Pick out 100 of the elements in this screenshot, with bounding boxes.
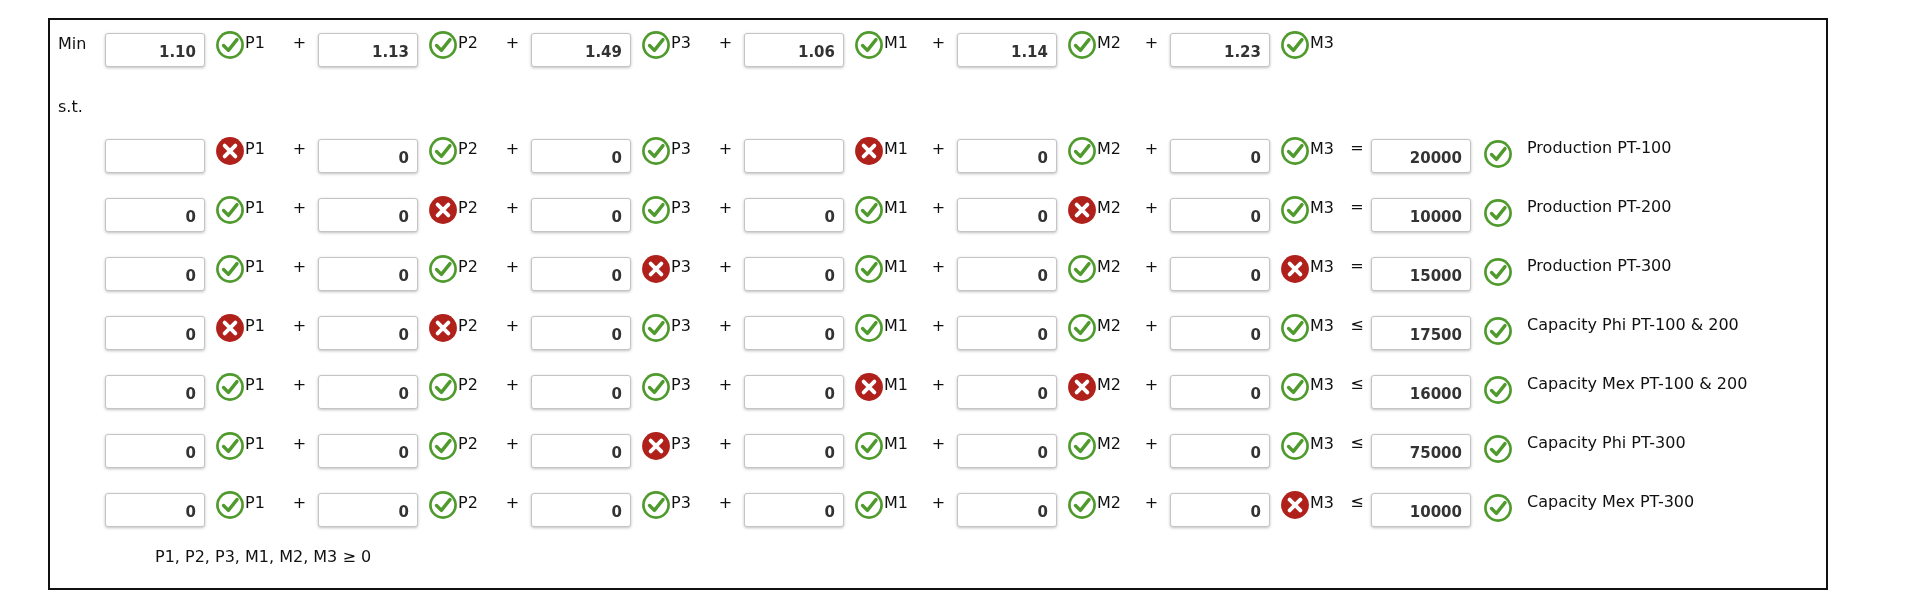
plus-sign: + <box>504 316 521 335</box>
coefficient-field[interactable]: 0 <box>105 198 205 232</box>
coefficient-field[interactable]: 0 <box>957 316 1057 350</box>
plus-sign: + <box>930 375 947 394</box>
coefficient-field[interactable]: 1.49 <box>531 33 631 67</box>
rhs-field[interactable]: 75000 <box>1371 434 1471 468</box>
coefficient-field[interactable]: 0 <box>105 316 205 350</box>
coefficient-field[interactable]: 0 <box>1170 375 1270 409</box>
relation-sign: ≤ <box>1349 374 1365 393</box>
coefficient-field[interactable]: 0 <box>744 493 844 527</box>
coefficient-field[interactable]: 0 <box>744 257 844 291</box>
coefficient-field[interactable]: 0 <box>531 139 631 173</box>
coefficient-field[interactable]: 0 <box>318 198 418 232</box>
coefficient-field[interactable]: 0 <box>105 434 205 468</box>
plus-sign: + <box>504 493 521 512</box>
coefficient-field[interactable]: 1.23 <box>1170 33 1270 67</box>
coefficient-field[interactable]: 0 <box>318 257 418 291</box>
variable-label: P1 <box>245 198 266 217</box>
variable-label: P1 <box>245 33 266 52</box>
coefficient-field[interactable]: 0 <box>105 375 205 409</box>
variable-label: P1 <box>245 257 266 276</box>
variable-label: M1 <box>884 493 909 512</box>
variable-label: M3 <box>1310 198 1335 217</box>
plus-sign: + <box>717 198 734 217</box>
variable-label: P3 <box>671 33 692 52</box>
plus-sign: + <box>930 198 947 217</box>
coefficient-field[interactable]: 0 <box>531 493 631 527</box>
coefficient-field[interactable]: 0 <box>1170 198 1270 232</box>
coefficient-field[interactable]: 0 <box>1170 434 1270 468</box>
rhs-field[interactable]: 10000 <box>1371 198 1471 232</box>
variable-label: P2 <box>458 33 479 52</box>
variable-label: M2 <box>1097 316 1122 335</box>
coefficient-field[interactable]: 1.10 <box>105 33 205 67</box>
plus-sign: + <box>930 316 947 335</box>
relation-sign: ≤ <box>1349 315 1365 334</box>
coefficient-field[interactable]: 0 <box>318 139 418 173</box>
plus-sign: + <box>1143 33 1160 52</box>
plus-sign: + <box>1143 434 1160 453</box>
coefficient-field[interactable]: 0 <box>957 375 1057 409</box>
coefficient-field[interactable]: 0 <box>318 316 418 350</box>
coefficient-field[interactable]: 0 <box>531 434 631 468</box>
coefficient-field[interactable]: 0 <box>531 316 631 350</box>
variable-label: P2 <box>458 316 479 335</box>
coefficient-field[interactable]: 0 <box>105 257 205 291</box>
plus-sign: + <box>291 198 308 217</box>
coefficient-field[interactable]: 1.13 <box>318 33 418 67</box>
constraint-name: Capacity Mex PT-100 & 200 <box>1527 374 1748 393</box>
rhs-field[interactable]: 10000 <box>1371 493 1471 527</box>
coefficient-field[interactable]: 0 <box>531 257 631 291</box>
constraint-name: Production PT-300 <box>1527 256 1672 275</box>
variable-label: M2 <box>1097 493 1122 512</box>
coefficient-field[interactable]: 0 <box>957 139 1057 173</box>
coefficient-field[interactable]: 0 <box>744 375 844 409</box>
coefficient-field[interactable]: 0 <box>957 257 1057 291</box>
rhs-field[interactable]: 16000 <box>1371 375 1471 409</box>
plus-sign: + <box>291 139 308 158</box>
variable-label: P1 <box>245 493 266 512</box>
variable-label: P2 <box>458 198 479 217</box>
variable-label: M3 <box>1310 434 1335 453</box>
plus-sign: + <box>291 33 308 52</box>
coefficient-field[interactable]: 1.06 <box>744 33 844 67</box>
coefficient-field[interactable]: 0 <box>1170 139 1270 173</box>
coefficient-field[interactable]: 0 <box>957 434 1057 468</box>
coefficient-field[interactable]: 0 <box>744 198 844 232</box>
variable-label: M3 <box>1310 316 1335 335</box>
coefficient-field[interactable]: 0 <box>531 198 631 232</box>
coefficient-field[interactable]: 0 <box>318 493 418 527</box>
plus-sign: + <box>930 257 947 276</box>
variable-label: M1 <box>884 434 909 453</box>
variable-label: P2 <box>458 375 479 394</box>
plus-sign: + <box>717 139 734 158</box>
variable-label: P1 <box>245 316 266 335</box>
variable-label: M1 <box>884 375 909 394</box>
plus-sign: + <box>930 139 947 158</box>
coefficient-field[interactable]: 1.14 <box>957 33 1057 67</box>
coefficient-field[interactable]: 0 <box>105 493 205 527</box>
rhs-field[interactable]: 20000 <box>1371 139 1471 173</box>
coefficient-field[interactable]: 0 <box>1170 257 1270 291</box>
coefficient-field[interactable]: 0 <box>318 434 418 468</box>
variable-label: M2 <box>1097 375 1122 394</box>
relation-sign: ≤ <box>1349 492 1365 511</box>
variable-label: P3 <box>671 434 692 453</box>
coefficient-field[interactable]: 0 <box>957 493 1057 527</box>
variable-label: P2 <box>458 434 479 453</box>
coefficient-field[interactable]: 0 <box>744 434 844 468</box>
rhs-field[interactable]: 15000 <box>1371 257 1471 291</box>
plus-sign: + <box>504 139 521 158</box>
rhs-field[interactable]: 17500 <box>1371 316 1471 350</box>
variable-label: P2 <box>458 139 479 158</box>
coefficient-field[interactable]: 0 <box>1170 493 1270 527</box>
coefficient-field[interactable]: 0 <box>957 198 1057 232</box>
coefficient-field[interactable]: 0 <box>1170 316 1270 350</box>
coefficient-field[interactable] <box>105 139 205 173</box>
coefficient-field[interactable]: 0 <box>531 375 631 409</box>
coefficient-field[interactable] <box>744 139 844 173</box>
coefficient-field[interactable]: 0 <box>744 316 844 350</box>
variable-label: P1 <box>245 375 266 394</box>
coefficient-field[interactable]: 0 <box>318 375 418 409</box>
relation-sign: ≤ <box>1349 433 1365 452</box>
plus-sign: + <box>717 434 734 453</box>
